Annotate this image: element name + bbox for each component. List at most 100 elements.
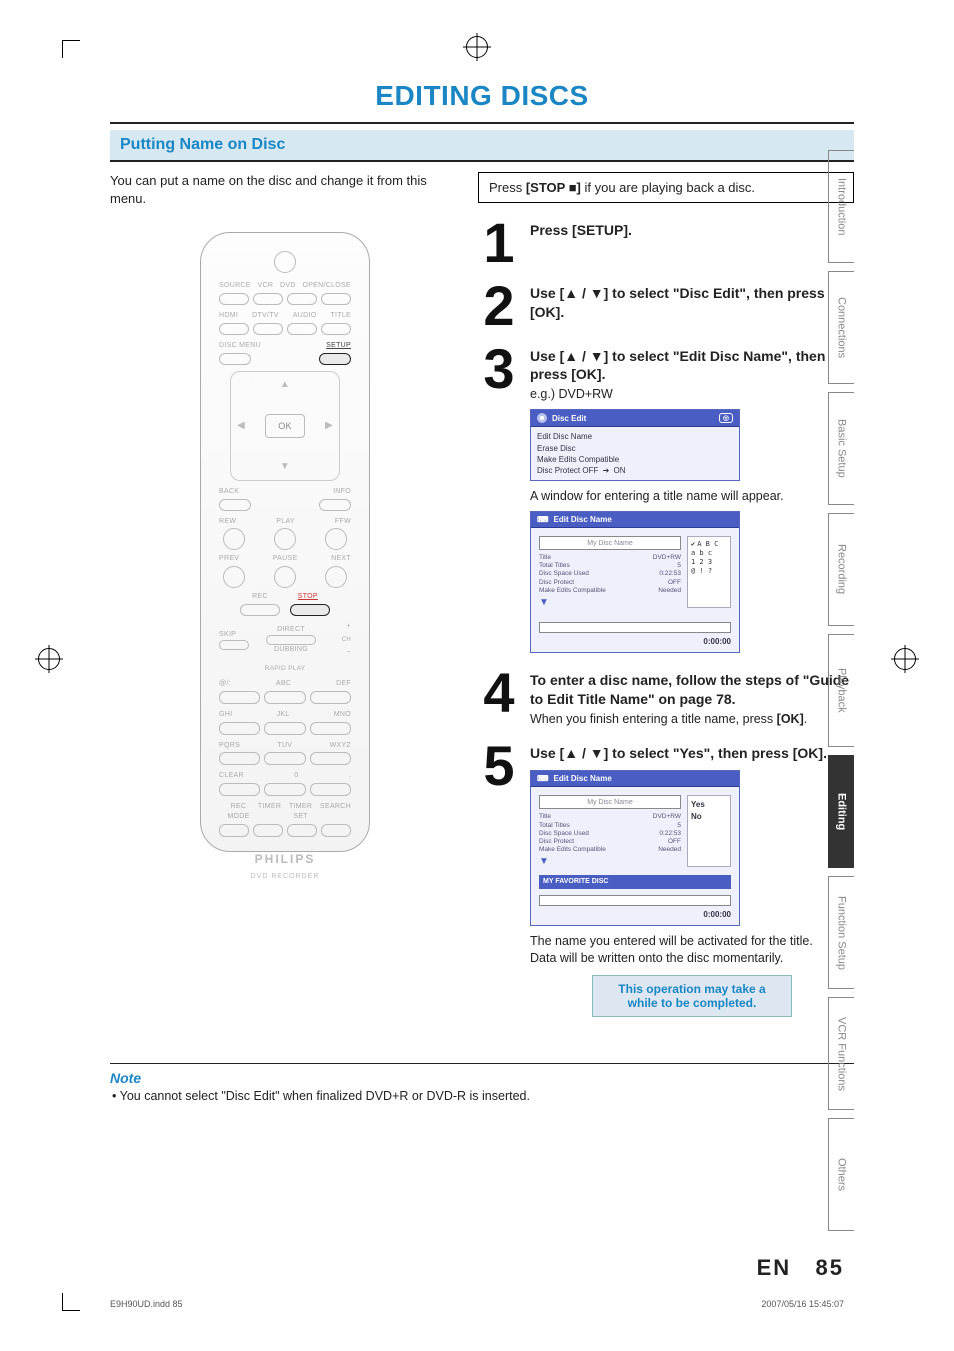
- osd-item: Disc Protect OFF ➔ ON: [537, 465, 733, 476]
- setup-button-highlight: [319, 353, 351, 365]
- tab-connections[interactable]: Connections: [828, 271, 854, 384]
- triangle-down-icon: ▼: [539, 856, 681, 867]
- page-title: EDITING DISCS: [110, 80, 854, 112]
- remote-label: REC MODE: [219, 802, 258, 822]
- remote-label: DTV/TV: [252, 311, 279, 321]
- page-number: EN 85: [757, 1255, 844, 1281]
- kb-mode: @ ! ?: [691, 567, 727, 576]
- remote-label-setup: SETUP: [326, 341, 351, 351]
- osd-confirm: ⌨ Edit Disc Name My Disc Name TitleDVD+R…: [530, 770, 740, 926]
- page-num: 85: [816, 1255, 844, 1280]
- osd-title: Edit Disc Name: [554, 515, 612, 524]
- remote-label: DUBBING: [261, 645, 321, 655]
- tab-function-setup[interactable]: Function Setup: [828, 876, 854, 989]
- tab-basic-setup[interactable]: Basic Setup: [828, 392, 854, 505]
- kb-mode: a b c: [691, 549, 727, 558]
- tab-playback[interactable]: Playback: [828, 634, 854, 747]
- remote-label: SKIP: [219, 630, 257, 640]
- stop-button-highlight: [290, 604, 330, 616]
- osd-text: ON: [614, 466, 626, 475]
- remote-label: @/:: [219, 679, 231, 689]
- arrow-up-icon: ▲: [280, 378, 290, 392]
- step-heading: Use [▲ / ▼] to select "Disc Edit", then …: [530, 284, 854, 322]
- remote-label: DISC MENU: [219, 341, 261, 351]
- remote-label: MNO: [334, 710, 351, 720]
- osd-text: Disc Protect OFF: [537, 466, 598, 475]
- remote-label: REW: [219, 517, 236, 527]
- registration-mark: [38, 648, 60, 670]
- ch-plus-icon: +: [325, 622, 351, 632]
- side-tabs: Introduction Connections Basic Setup Rec…: [828, 150, 854, 1231]
- kb-mode: A B C: [691, 540, 727, 549]
- step-1: 1 Press [SETUP].: [478, 221, 854, 266]
- step-heading: Press [SETUP].: [530, 221, 854, 240]
- step-narration: Data will be written onto the disc momen…: [530, 951, 854, 965]
- step-subtext: When you finish entering a title name, p…: [530, 712, 854, 726]
- remote-label: RAPID PLAY: [213, 664, 357, 673]
- step-number: 1: [478, 221, 520, 266]
- tab-recording[interactable]: Recording: [828, 513, 854, 626]
- pre-step-box: Press [STOP ■] if you are playing back a…: [478, 172, 854, 203]
- remote-label: REC: [252, 592, 268, 602]
- tab-others[interactable]: Others: [828, 1118, 854, 1231]
- step-3: 3 Use [▲ / ▼] to select "Edit Disc Name"…: [478, 347, 854, 653]
- remote-label: DVD: [280, 281, 296, 291]
- osd-item: Erase Disc: [537, 443, 733, 454]
- osd-edit-disc-name: ⌨ Edit Disc Name My Disc Name TitleDVD+R…: [530, 511, 740, 653]
- tab-introduction[interactable]: Introduction: [828, 150, 854, 263]
- tab-editing[interactable]: Editing: [828, 755, 854, 868]
- osd-info: TitleDVD+RW Total Titles5 Disc Space Use…: [539, 554, 681, 595]
- option-yes: Yes: [691, 799, 727, 810]
- remote-label: TUV: [277, 741, 292, 751]
- keyboard-icon: ⌨: [537, 515, 549, 524]
- lang-code: EN: [757, 1255, 792, 1280]
- step-4: 4 To enter a disc name, follow the steps…: [478, 671, 854, 726]
- remote-label: GHI: [219, 710, 232, 720]
- page-container: EDITING DISCS Putting Name on Disc You c…: [110, 80, 854, 1291]
- step-number: 5: [478, 744, 520, 789]
- option-no: No: [691, 811, 727, 822]
- ok-button: OK: [265, 414, 305, 438]
- osd-info: TitleDVD+RW Total Titles5 Disc Space Use…: [539, 813, 681, 854]
- timecode: 0:00:00: [531, 637, 739, 652]
- registration-mark: [466, 36, 488, 58]
- remote-label: SEARCH: [320, 802, 351, 822]
- remote-illustration: SOURCE VCR DVD OPEN/CLOSE HDMI DTV/TV AU…: [200, 232, 370, 852]
- remote-label: JKL: [277, 710, 290, 720]
- remote-label: TIMER: [258, 802, 281, 822]
- intro-text: You can put a name on the disc and chang…: [110, 172, 460, 208]
- entered-name-strip: MY FAVORITE DISC: [539, 875, 731, 889]
- remote-label: HDMI: [219, 311, 238, 321]
- kb-mode: 1 2 3: [691, 558, 727, 567]
- step-number: 2: [478, 284, 520, 329]
- step-subtext: e.g.) DVD+RW: [530, 387, 854, 401]
- remote-label: PLAY: [276, 517, 295, 527]
- text: while to be completed.: [603, 996, 781, 1010]
- crop-mark: [62, 40, 80, 58]
- arrow-left-icon: ◀: [237, 419, 245, 433]
- crop-mark: [62, 1293, 80, 1311]
- osd-title: Disc Edit: [552, 414, 586, 423]
- rule: [110, 122, 854, 124]
- tab-vcr-functions[interactable]: VCR Functions: [828, 997, 854, 1110]
- ch-minus-icon: −: [325, 648, 351, 658]
- remote-label: ABC: [276, 679, 291, 689]
- name-input-preview: My Disc Name: [539, 795, 681, 809]
- disc-icon: [537, 413, 547, 423]
- remote-label: AUDIO: [293, 311, 317, 321]
- brand-subtitle: DVD RECORDER: [213, 872, 357, 882]
- osd-disc-edit: Disc Edit ◎ Edit Disc Name Erase Disc Ma…: [530, 409, 740, 481]
- timecode: 0:00:00: [531, 910, 739, 925]
- right-column: Press [STOP ■] if you are playing back a…: [478, 172, 854, 1035]
- keyboard-mode-list: A B C a b c 1 2 3 @ ! ?: [687, 536, 731, 608]
- brand-logo: PHILIPS: [213, 851, 357, 868]
- remote-label: PQRS: [219, 741, 240, 751]
- two-column-body: You can put a name on the disc and chang…: [110, 172, 854, 1035]
- section-heading: Putting Name on Disc: [110, 130, 854, 162]
- step-2: 2 Use [▲ / ▼] to select "Disc Edit", the…: [478, 284, 854, 329]
- left-column: You can put a name on the disc and chang…: [110, 172, 460, 1035]
- arrow-down-icon: ▼: [280, 460, 290, 474]
- osd-item: Edit Disc Name: [537, 431, 733, 442]
- arrow-right-icon: ▶: [325, 419, 333, 433]
- dpad: ▲ ▼ ◀ ▶ OK: [230, 371, 340, 481]
